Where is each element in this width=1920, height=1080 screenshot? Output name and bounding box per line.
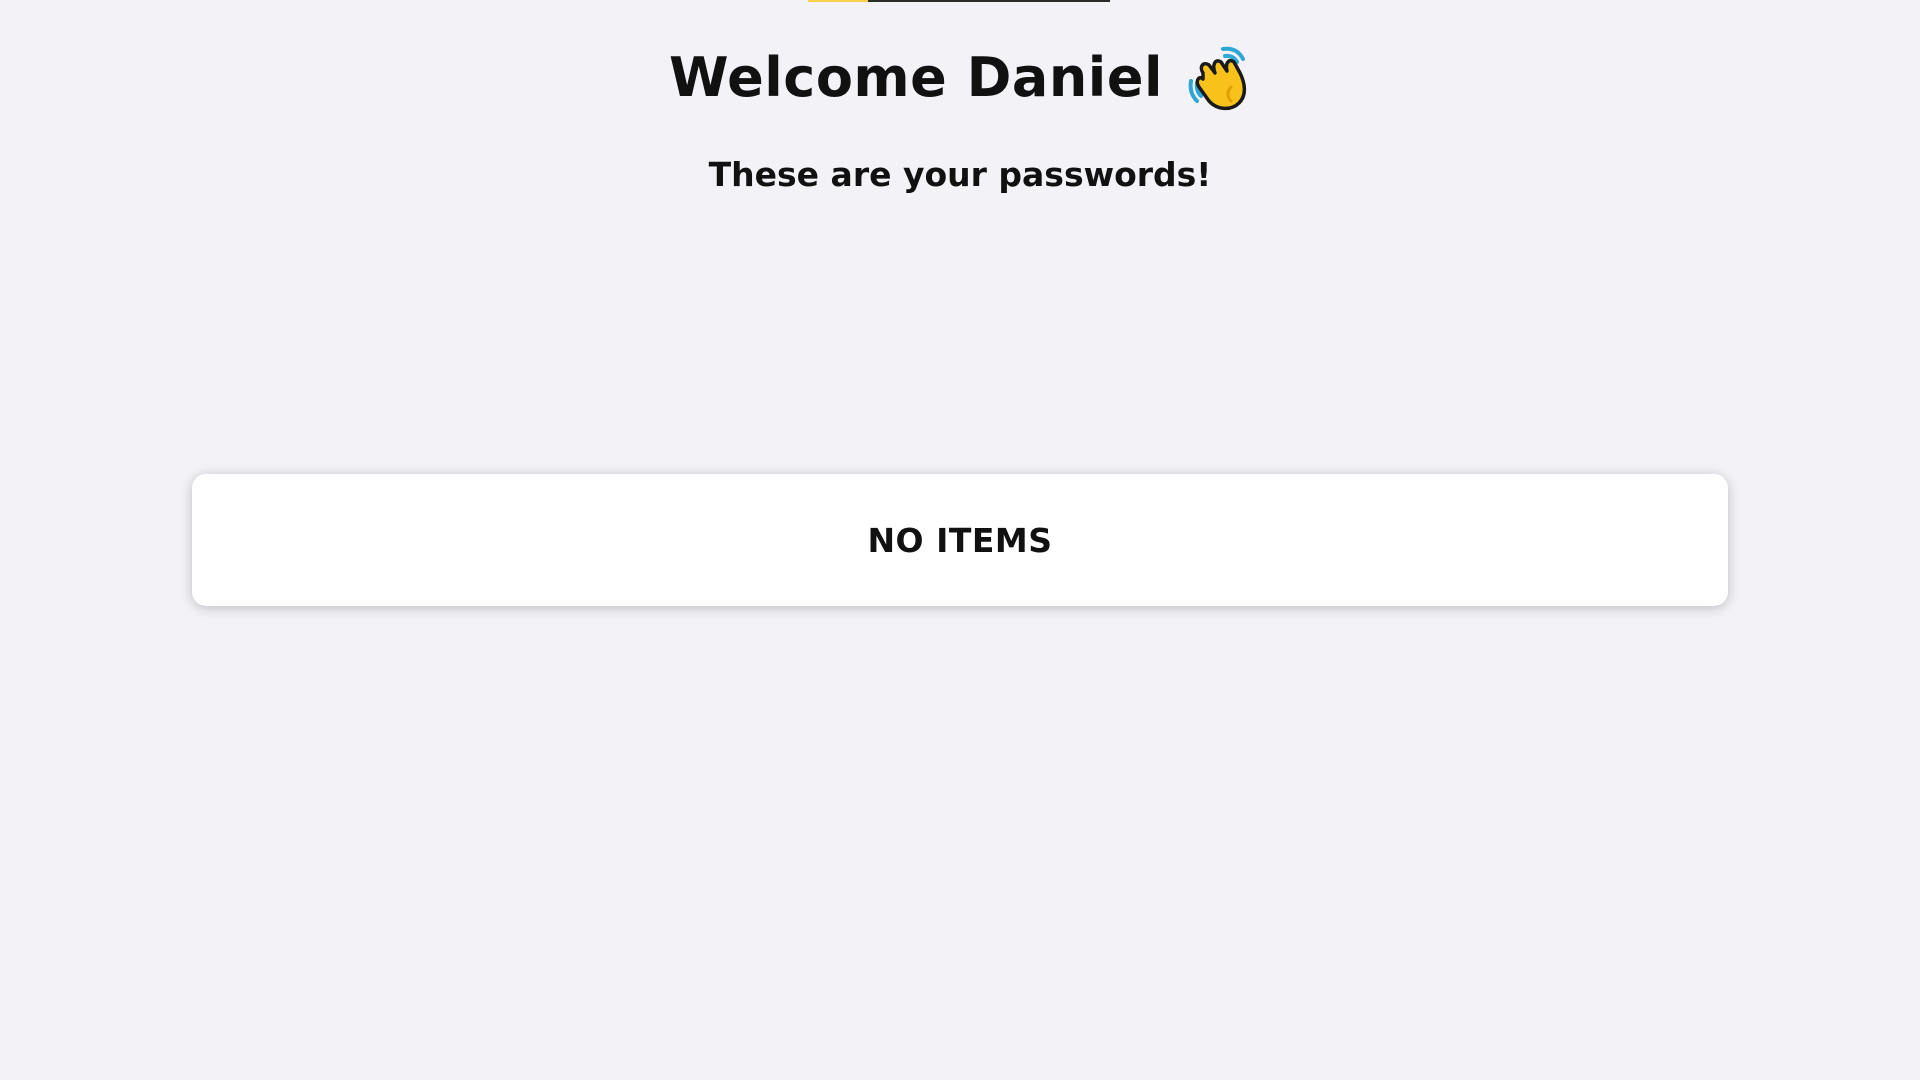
welcome-header: Welcome Daniel [0,42,1920,114]
page-subtitle: These are your passwords! [708,155,1212,194]
welcome-title: Welcome Daniel [669,46,1163,109]
passwords-page: Welcome Daniel These are your passwords!… [0,0,1920,1080]
empty-state-label: NO ITEMS [867,520,1053,560]
waving-hand-icon [1185,43,1251,113]
passwords-list-empty-state: NO ITEMS [192,474,1728,606]
top-progress-strip [808,0,1110,2]
top-strip-track [868,0,1110,2]
top-strip-accent [808,0,868,2]
